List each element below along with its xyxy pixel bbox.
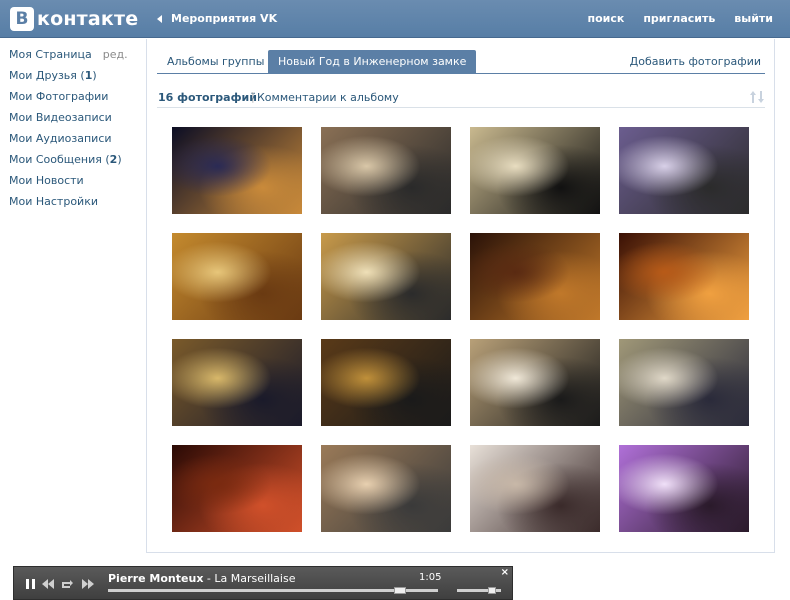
sidebar-item-videos[interactable]: Мои Видеозаписи [9, 109, 139, 130]
album-summary-bar: 16 фотографий | Комментарии к альбому [157, 84, 765, 108]
add-photos-link[interactable]: Добавить фотографии [630, 50, 761, 74]
nav-invite-link[interactable]: пригласить [643, 12, 715, 25]
sidebar-item-my-page[interactable]: Моя Страница ред. [9, 46, 139, 67]
progress-handle[interactable] [394, 587, 406, 594]
album-comments-link[interactable]: Комментарии к альбому [257, 91, 399, 104]
track-time: 1:05 [419, 572, 442, 583]
photo-thumbnail[interactable] [321, 445, 451, 532]
track-name: La Marseillaise [214, 572, 296, 585]
separator: | [251, 90, 255, 103]
back-label: Мероприятия VK [171, 12, 278, 25]
photo-thumbnail[interactable] [470, 127, 600, 214]
repeat-icon[interactable] [60, 578, 74, 590]
nav-logout-link[interactable]: выйти [734, 12, 773, 25]
sidebar-item-label: Мои Фотографии [9, 90, 109, 103]
photo-thumbnail[interactable] [172, 445, 302, 532]
pause-icon[interactable] [24, 578, 38, 590]
photo-count[interactable]: 16 фотографий [158, 91, 257, 104]
photo-thumbnail[interactable] [619, 445, 749, 532]
title-separator: - [203, 572, 215, 585]
back-arrow-icon [157, 14, 162, 23]
sidebar-item-label: Мои Аудиозаписи [9, 132, 112, 145]
sidebar-item-settings[interactable]: Мои Настройки [9, 193, 139, 214]
sidebar-item-photos[interactable]: Мои Фотографии [9, 88, 139, 109]
top-nav: поиск пригласить выйти [587, 12, 773, 25]
photo-thumbnail[interactable] [619, 127, 749, 214]
next-track-icon[interactable] [81, 578, 95, 590]
photo-thumbnail[interactable] [321, 339, 451, 426]
photo-thumbnail[interactable] [470, 445, 600, 532]
sidebar-item-suffix: ) [117, 153, 122, 166]
photo-thumbnail[interactable] [321, 233, 451, 320]
previous-track-icon[interactable] [41, 578, 55, 590]
photo-thumbnail[interactable] [172, 233, 302, 320]
logo-text: контакте [37, 8, 139, 30]
tab-current-album[interactable]: Новый Год в Инженерном замке [268, 50, 477, 74]
photo-thumbnail[interactable] [619, 339, 749, 426]
sidebar-item-label: Мои Новости [9, 174, 84, 187]
sidebar-item-label: Мои Видеозаписи [9, 111, 112, 124]
album-panel: Альбомы группы Новый Год в Инженерном за… [146, 39, 775, 553]
logo-icon: B [10, 7, 34, 31]
sidebar-item-suffix: ) [92, 69, 97, 82]
volume-handle[interactable] [488, 587, 496, 594]
photo-thumbnail[interactable] [172, 339, 302, 426]
sidebar-item-label: Мои Настройки [9, 195, 98, 208]
nav-search-link[interactable]: поиск [587, 12, 624, 25]
close-player-icon[interactable]: × [501, 567, 509, 578]
track-title: Pierre Monteux - La Marseillaise [108, 572, 295, 585]
tab-group-albums[interactable]: Альбомы группы [157, 50, 274, 74]
vk-logo[interactable]: B контакте [10, 7, 138, 31]
audio-player: Pierre Monteux - La Marseillaise 1:05 × [13, 566, 513, 600]
tab-bar: Альбомы группы Новый Год в Инженерном за… [157, 50, 765, 74]
volume-slider[interactable] [457, 587, 501, 594]
sidebar-item-label: Мои Друзья ( [9, 69, 85, 82]
top-header: B контакте Мероприятия VK поиск пригласи… [0, 0, 790, 38]
sidebar-item-messages[interactable]: Мои Сообщения (2) [9, 151, 139, 172]
edit-link[interactable]: ред. [103, 48, 128, 61]
track-artist: Pierre Monteux [108, 572, 204, 585]
back-link[interactable]: Мероприятия VK [157, 12, 277, 25]
sort-arrows-icon[interactable] [749, 90, 765, 104]
sidebar-item-label: Мои Сообщения ( [9, 153, 110, 166]
sidebar-item-audio[interactable]: Мои Аудиозаписи [9, 130, 139, 151]
track-progress-bar[interactable] [108, 587, 438, 594]
sidebar-item-label: Моя Страница [9, 48, 92, 61]
photo-thumbnail[interactable] [470, 339, 600, 426]
photo-thumbnail[interactable] [172, 127, 302, 214]
photo-thumbnail[interactable] [470, 233, 600, 320]
sidebar: Моя Страница ред. Мои Друзья (1) Мои Фото… [9, 46, 139, 214]
photo-thumbnail[interactable] [619, 233, 749, 320]
photo-thumbnail[interactable] [321, 127, 451, 214]
sidebar-item-news[interactable]: Мои Новости [9, 172, 139, 193]
sidebar-item-friends[interactable]: Мои Друзья (1) [9, 67, 139, 88]
